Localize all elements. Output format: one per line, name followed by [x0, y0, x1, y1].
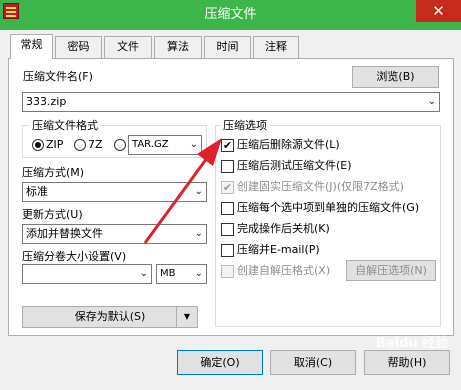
watermark: Baidu 经验 [375, 336, 449, 351]
tab-label: 常规 [20, 38, 43, 51]
tab-general[interactable]: 常规 [10, 34, 53, 59]
